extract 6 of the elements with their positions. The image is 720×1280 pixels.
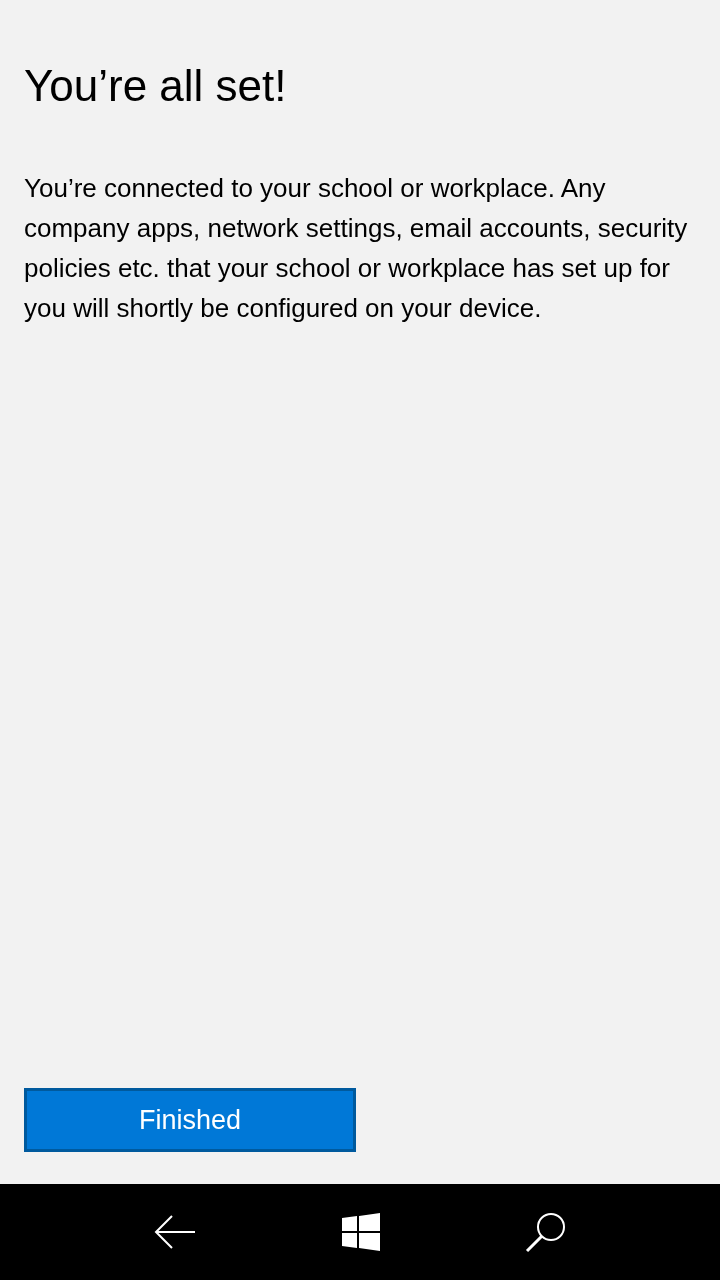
search-icon[interactable] bbox=[525, 1211, 568, 1253]
message-text: You’re connected to your school or workplace. Any company apps, network settings, email accounts, security policies etc. that your school or workplace has set up for you will shortly be configured on your device. bbox=[24, 172, 689, 325]
finished-button[interactable]: Finished bbox=[24, 1088, 356, 1152]
page-title: You’re all set! bbox=[24, 60, 288, 112]
windows-logo-icon[interactable] bbox=[342, 1213, 380, 1251]
back-icon[interactable] bbox=[152, 1214, 197, 1250]
